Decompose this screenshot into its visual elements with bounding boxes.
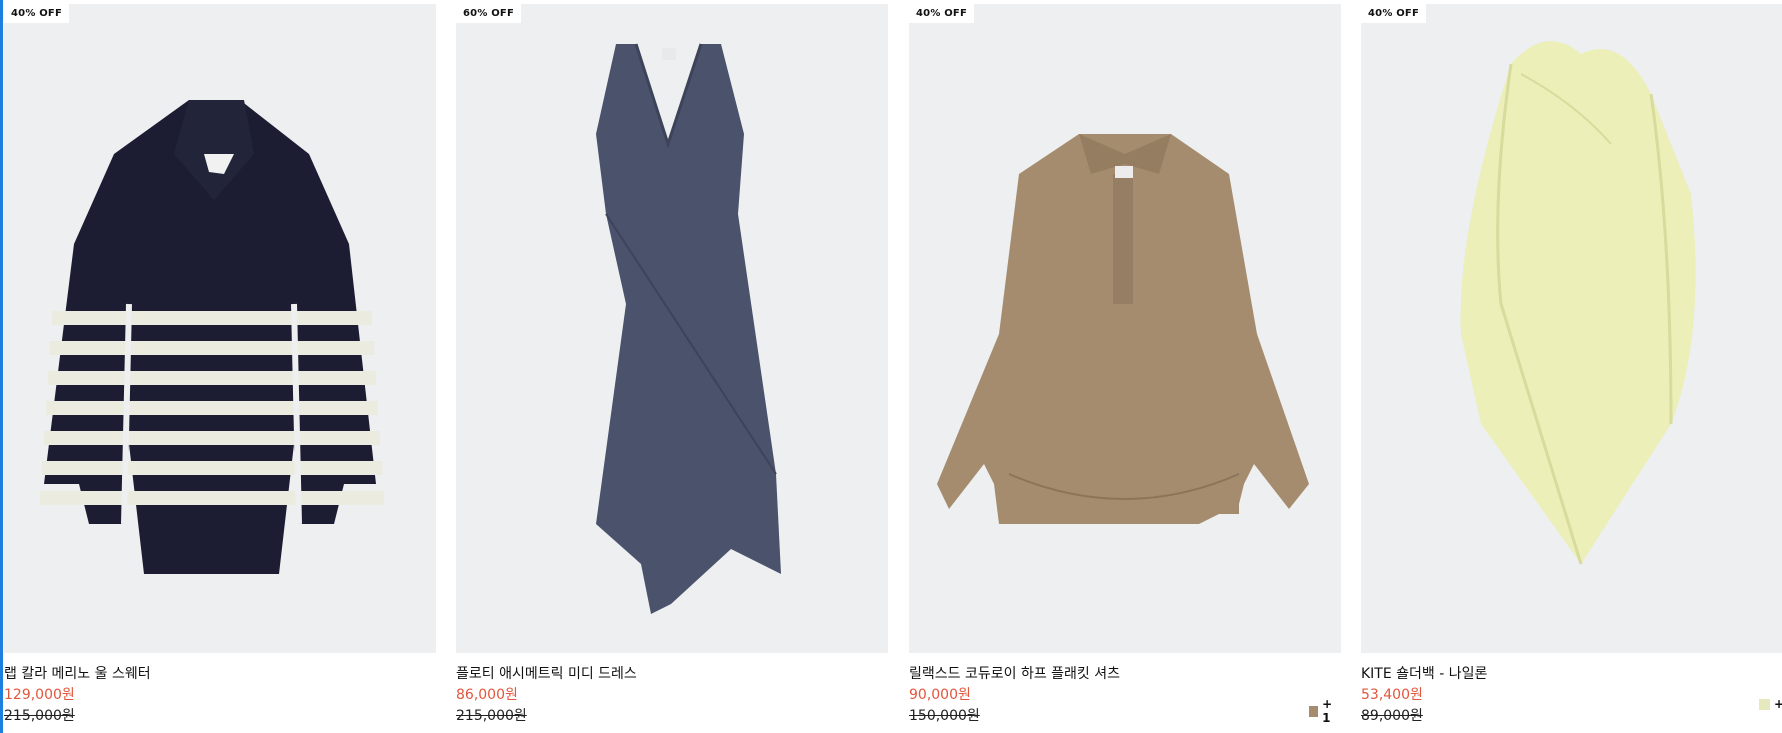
- original-price: 150,000원: [909, 708, 980, 724]
- original-price: 215,000원: [456, 708, 527, 724]
- product-name[interactable]: 랩 칼라 메리노 울 스웨터: [4, 663, 151, 683]
- sale-price: 86,000원: [456, 687, 518, 703]
- product-name[interactable]: 플로티 애시메트릭 미디 드레스: [456, 663, 637, 683]
- product-image[interactable]: 40% OFF: [1361, 4, 1782, 653]
- dress-image: [596, 43, 781, 614]
- product-name[interactable]: KITE 숄더백 - 나일론: [1361, 663, 1487, 683]
- product-card-bag[interactable]: 40% OFF KITE 숄더백 - 나일론 53,400원 89,000원 +: [1361, 0, 1782, 733]
- product-card-shirt[interactable]: 40% OFF 릴랙스드 코듀로이 하프 플래킷 셔츠 90,000원 150,…: [909, 0, 1341, 733]
- sale-price: 90,000원: [909, 687, 971, 703]
- product-image[interactable]: 40% OFF: [909, 4, 1341, 653]
- product-grid: 40% OFF 랩 칼라 메리노 울 스웨터 129,000원 215,000원…: [0, 0, 1782, 733]
- product-name[interactable]: 릴랙스드 코듀로이 하프 플래킷 셔츠: [909, 663, 1120, 683]
- sale-price: 53,400원: [1361, 687, 1423, 703]
- product-image[interactable]: 60% OFF: [456, 4, 888, 653]
- more-colors-count[interactable]: +: [1774, 697, 1782, 711]
- shirt-image: [937, 134, 1309, 524]
- original-price: 215,000원: [4, 708, 75, 724]
- shoulder-bag-image: [1460, 41, 1696, 565]
- sweater-image: [40, 100, 384, 574]
- discount-badge: 40% OFF: [1361, 4, 1426, 23]
- color-swatches[interactable]: + 1: [1309, 697, 1341, 725]
- discount-badge: 40% OFF: [4, 4, 69, 23]
- color-swatch[interactable]: [1759, 698, 1770, 710]
- sale-price: 129,000원: [4, 687, 75, 703]
- color-swatches[interactable]: +: [1759, 697, 1782, 711]
- more-colors-count[interactable]: + 1: [1322, 697, 1341, 725]
- product-card-sweater[interactable]: 40% OFF 랩 칼라 메리노 울 스웨터 129,000원 215,000원: [4, 0, 436, 733]
- original-price: 89,000원: [1361, 708, 1423, 724]
- discount-badge: 40% OFF: [909, 4, 974, 23]
- product-card-dress[interactable]: 60% OFF 플로티 애시메트릭 미디 드레스 86,000원 215,000…: [456, 0, 888, 733]
- product-image[interactable]: 40% OFF: [4, 4, 436, 653]
- color-swatch[interactable]: [1309, 705, 1319, 717]
- discount-badge: 60% OFF: [456, 4, 521, 23]
